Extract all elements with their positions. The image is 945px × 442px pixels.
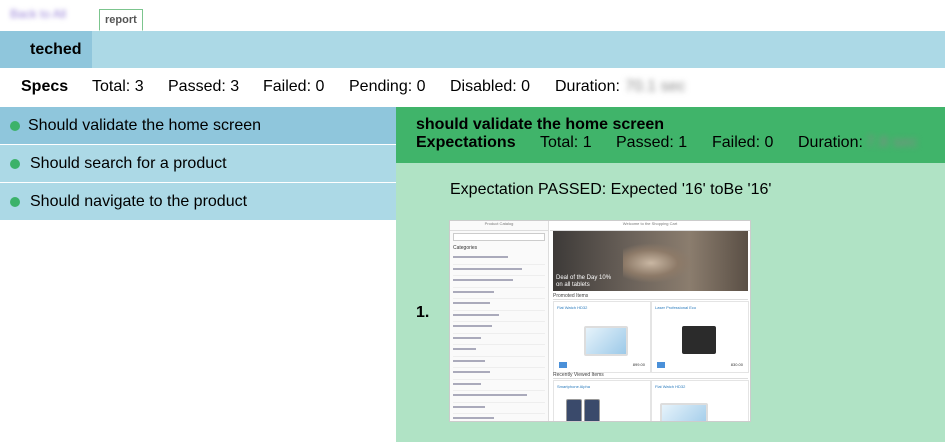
tab-report[interactable]: report [99,9,143,31]
duration-label: Duration: [555,78,620,95]
product-name: Laser Professional Eco [655,305,697,310]
screenshot-category [453,371,545,380]
screenshot-category [453,359,545,368]
passed-status-icon [10,197,20,207]
screenshot-category [453,267,545,276]
summary-stats: Specs Total: 3 Passed: 3 Failed: 0 Pendi… [0,68,945,106]
printer-image [682,326,716,354]
suite-bar: teched [0,31,945,68]
screenshot-product-card: Flat Watch HD32 899.00 [553,301,651,373]
screenshot-category [453,405,545,414]
screenshot-main-title: Welcome to the Shopping Cart [550,221,750,231]
screenshot-product-card: Smartphone Alpha [553,380,651,421]
screenshot-category [453,417,545,421]
expectation-message: Expectation PASSED: Expected '16' toBe '… [450,181,772,198]
screenshot-category [453,313,545,322]
passed-count: Passed: 3 [168,78,240,95]
screenshot-sidebar: Product Catalog Categories [450,221,549,421]
expectations-duration-value: 7.8 sec [866,134,918,151]
expectations-failed: Failed: 0 [712,134,774,151]
disabled-count: Disabled: 0 [450,78,531,95]
screenshot-category [453,302,545,311]
screenshot-product-card: Flat Watch HD32 [651,380,749,421]
spec-list: Should validate the home screen Should s… [0,107,396,221]
screenshot-categories-label: Categories [453,245,478,251]
screenshot-search-box [453,233,545,241]
product-name: Flat Watch HD32 [655,384,686,389]
screenshot-promoted-label: Promoted Items [553,293,748,300]
monitor-image [660,403,708,421]
monitor-image [584,326,628,356]
phone-image [584,399,600,421]
spec-label: Should validate the home screen [28,117,262,134]
banner-text: Deal of the Day 10% on all tablets [556,275,612,288]
screenshot-recent-label: Recently Viewed Items [553,372,748,379]
back-link[interactable]: Back to All [10,7,66,21]
screenshot-index: 1. [416,304,430,321]
screenshot-category [453,394,545,403]
failed-count: Failed: 0 [263,78,325,95]
expectations-label: Expectations [416,134,516,151]
pending-count: Pending: 0 [349,78,426,95]
suite-name[interactable]: teched [0,31,92,68]
screenshot-category [453,256,545,265]
duration-value: 70.1 sec [625,78,686,95]
spec-label: Should navigate to the product [30,193,248,210]
expectations-duration-label: Duration: [798,134,863,151]
passed-status-icon [10,121,20,131]
screenshot-category [453,325,545,334]
spec-item[interactable]: Should validate the home screen [0,107,396,145]
cart-icon [559,362,567,368]
total-count: Total: 3 [92,78,144,95]
product-name: Smartphone Alpha [557,384,590,389]
product-price: 830.00 [730,362,743,367]
screenshot-main: Welcome to the Shopping Cart Deal of the… [550,221,750,421]
phone-image [566,399,582,421]
screenshot-banner: Deal of the Day 10% on all tablets [553,231,748,291]
expectations-passed: Passed: 1 [616,134,688,151]
screenshot-category [453,382,545,391]
screenshot-category [453,348,545,357]
screenshot-product-card: Laser Professional Eco 830.00 [651,301,749,373]
product-price: 899.00 [632,362,645,367]
cart-icon [657,362,665,368]
screenshot-category [453,279,545,288]
spec-label: Should search for a product [30,155,227,172]
passed-status-icon [10,159,20,169]
expectations-total: Total: 1 [540,134,592,151]
spec-title: should validate the home screen [416,116,665,133]
banner-photo [623,243,693,283]
spec-detail-header: should validate the home screen Expectat… [396,107,945,163]
specs-label: Specs [21,78,69,95]
screenshot-thumbnail[interactable]: Product Catalog Categories Welcome to th… [449,220,751,422]
product-name: Flat Watch HD32 [557,305,588,310]
spec-item[interactable]: Should search for a product [0,145,396,183]
spec-item[interactable]: Should navigate to the product [0,183,396,221]
top-bar: Back to All report [0,0,945,32]
spec-detail-panel: should validate the home screen Expectat… [396,107,945,442]
screenshot-category [453,290,545,299]
screenshot-category [453,336,545,345]
screenshot-side-title: Product Catalog [450,221,548,231]
